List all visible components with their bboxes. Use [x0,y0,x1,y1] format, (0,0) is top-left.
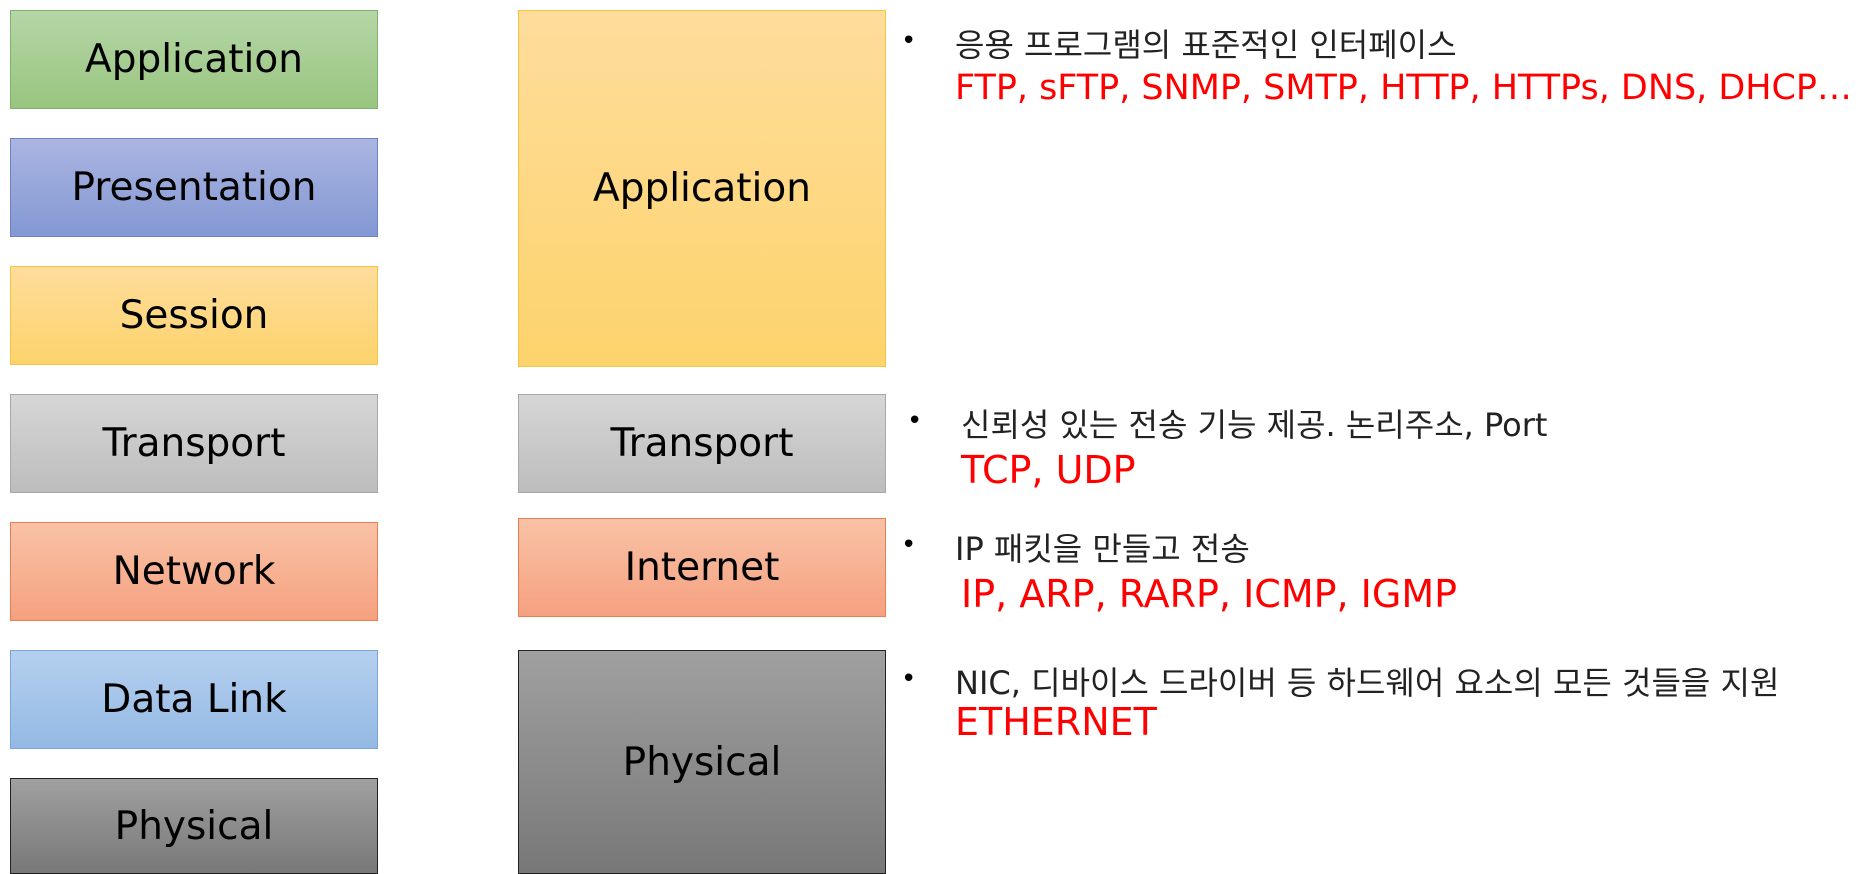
osi-layer-transport: Transport [10,394,378,493]
osi-layer-physical: Physical [10,778,378,874]
physical-description: NIC, 디바이스 드라이버 등 하드웨어 요소의 모든 것들을 지원 [955,664,1780,702]
physical-protocols: ETHERNET [955,700,1157,744]
osi-layer-application: Application [10,10,378,109]
osi-layer-label: Application [85,37,303,82]
tcpip-layer-physical: Physical [518,650,886,874]
tcpip-layer-label: Physical [622,739,782,785]
bullet: • [901,530,917,560]
internet-description: IP 패킷을 만들고 전송 [955,530,1250,568]
osi-layer-label: Physical [114,803,274,849]
application-description: 응용 프로그램의 표준적인 인터페이스 [955,26,1457,64]
osi-layer-label: Network [112,549,276,594]
tcpip-layer-label: Application [593,166,811,211]
osi-layer-network: Network [10,522,378,621]
tcpip-layer-label: Transport [610,421,794,466]
transport-description: 신뢰성 있는 전송 기능 제공. 논리주소, Port [961,406,1548,444]
osi-layer-presentation: Presentation [10,138,378,237]
transport-protocols: TCP, UDP [961,448,1136,492]
osi-layer-label: Data Link [101,677,287,722]
osi-layer-label: Transport [102,421,286,466]
bullet: • [901,26,917,56]
internet-protocols: IP, ARP, RARP, ICMP, IGMP [961,572,1458,616]
tcpip-layer-internet: Internet [518,518,886,617]
osi-layer-label: Session [119,293,269,338]
osi-layer-label: Presentation [71,165,317,210]
osi-layer-session: Session [10,266,378,365]
tcpip-layer-application: Application [518,10,886,367]
tcpip-layer-label: Internet [624,545,780,590]
osi-layer-data-link: Data Link [10,650,378,749]
bullet: • [907,406,923,436]
bullet: • [901,664,917,694]
application-protocols: FTP, sFTP, SNMP, SMTP, HTTP, HTTPs, DNS,… [955,68,1852,108]
tcpip-layer-transport: Transport [518,394,886,493]
